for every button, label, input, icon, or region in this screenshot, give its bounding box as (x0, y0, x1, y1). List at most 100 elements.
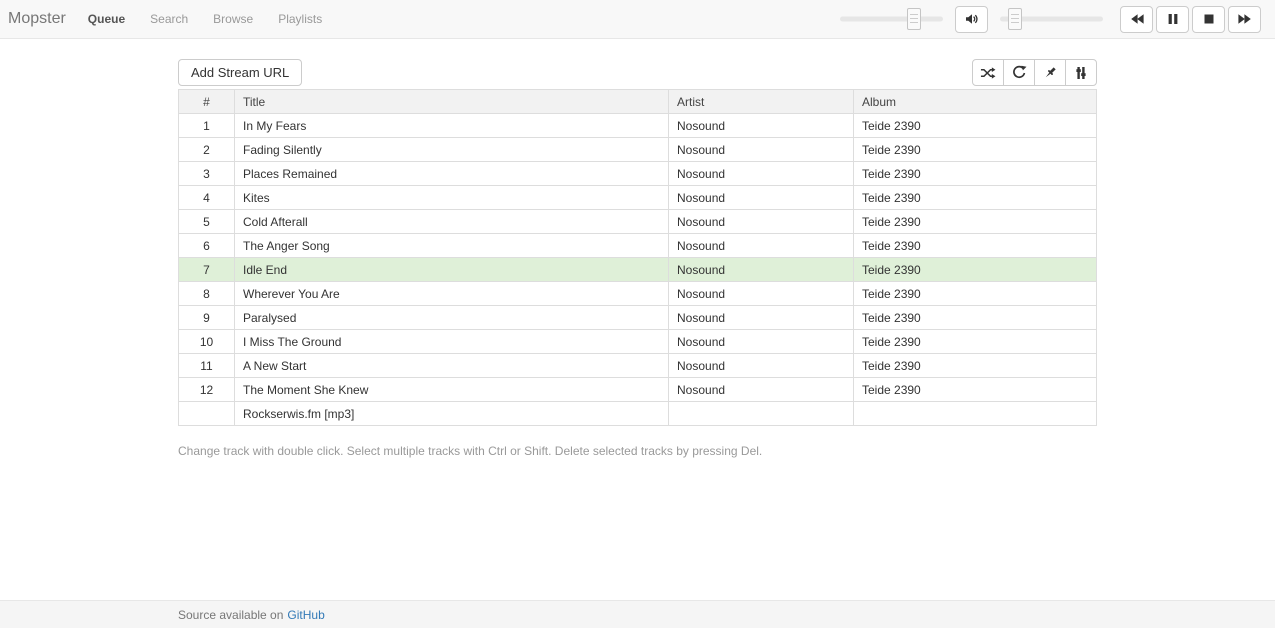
main-content: Add Stream URL (178, 59, 1097, 458)
track-artist: Nosound (669, 210, 854, 234)
seek-slider-handle[interactable] (907, 8, 921, 30)
track-artist: Nosound (669, 138, 854, 162)
table-row[interactable]: 6 The Anger Song Nosound Teide 2390 (179, 234, 1097, 258)
track-title: Places Remained (235, 162, 669, 186)
column-header-number: # (179, 90, 235, 114)
shuffle-icon (980, 65, 996, 81)
playback-buttons (1117, 6, 1261, 33)
equalizer-icon (1073, 65, 1089, 81)
nav-items: Queue Search Browse Playlists (88, 12, 347, 26)
nav-item-browse[interactable]: Browse (213, 12, 253, 26)
pause-icon (1165, 11, 1181, 27)
track-number: 1 (179, 114, 235, 138)
track-title: The Anger Song (235, 234, 669, 258)
help-text: Change track with double click. Select m… (178, 444, 1097, 458)
table-row[interactable]: 1 In My Fears Nosound Teide 2390 (179, 114, 1097, 138)
track-artist: Nosound (669, 306, 854, 330)
track-number: 6 (179, 234, 235, 258)
track-artist: Nosound (669, 162, 854, 186)
pause-button[interactable] (1156, 6, 1189, 33)
table-row[interactable]: 8 Wherever You Are Nosound Teide 2390 (179, 282, 1097, 306)
table-row[interactable]: 5 Cold Afterall Nosound Teide 2390 (179, 210, 1097, 234)
seek-slider[interactable] (840, 7, 943, 31)
track-artist: Nosound (669, 354, 854, 378)
track-title: Kites (235, 186, 669, 210)
stream-artist (669, 402, 854, 426)
queue-table-header: # Title Artist Album (179, 90, 1097, 114)
track-title: Cold Afterall (235, 210, 669, 234)
table-row[interactable]: 11 A New Start Nosound Teide 2390 (179, 354, 1097, 378)
track-artist: Nosound (669, 330, 854, 354)
table-row[interactable]: 2 Fading Silently Nosound Teide 2390 (179, 138, 1097, 162)
footer-text: Source available on GitHub (178, 608, 1097, 622)
stream-number (179, 402, 235, 426)
column-header-album: Album (854, 90, 1097, 114)
track-number: 3 (179, 162, 235, 186)
track-number: 4 (179, 186, 235, 210)
track-album: Teide 2390 (854, 378, 1097, 402)
table-row[interactable]: 12 The Moment She Knew Nosound Teide 239… (179, 378, 1097, 402)
volume-slider-handle[interactable] (1008, 8, 1022, 30)
mute-button[interactable] (955, 6, 988, 33)
stream-row[interactable]: Rockserwis.fm [mp3] (179, 402, 1097, 426)
footer: Source available on GitHub (0, 600, 1275, 628)
shuffle-button[interactable] (972, 59, 1004, 86)
column-header-title: Title (235, 90, 669, 114)
track-artist: Nosound (669, 234, 854, 258)
footer-label: Source available on (178, 608, 283, 622)
previous-button[interactable] (1120, 6, 1153, 33)
track-album: Teide 2390 (854, 210, 1097, 234)
track-album: Teide 2390 (854, 330, 1097, 354)
track-title: A New Start (235, 354, 669, 378)
nav-item-queue[interactable]: Queue (88, 12, 125, 26)
next-button[interactable] (1228, 6, 1261, 33)
track-title: In My Fears (235, 114, 669, 138)
previous-icon (1129, 11, 1145, 27)
stream-table-body: Rockserwis.fm [mp3] (179, 402, 1097, 426)
nav-item-playlists[interactable]: Playlists (278, 12, 322, 26)
track-album: Teide 2390 (854, 162, 1097, 186)
track-album: Teide 2390 (854, 354, 1097, 378)
stop-button[interactable] (1192, 6, 1225, 33)
pin-icon (1042, 65, 1058, 81)
brand[interactable]: Mopster (8, 10, 66, 28)
github-link[interactable]: GitHub (287, 608, 324, 622)
table-row[interactable]: 4 Kites Nosound Teide 2390 (179, 186, 1097, 210)
track-title: The Moment She Knew (235, 378, 669, 402)
queue-table: # Title Artist Album 1 In My Fears Nosou… (178, 89, 1097, 426)
track-title: Paralysed (235, 306, 669, 330)
track-artist: Nosound (669, 258, 854, 282)
table-row[interactable]: 3 Places Remained Nosound Teide 2390 (179, 162, 1097, 186)
table-row[interactable]: 7 Idle End Nosound Teide 2390 (179, 258, 1097, 282)
seek-slider-track[interactable] (840, 17, 943, 22)
track-title: Idle End (235, 258, 669, 282)
track-number: 9 (179, 306, 235, 330)
equalizer-button[interactable] (1065, 59, 1097, 86)
volume-slider[interactable] (1000, 7, 1103, 31)
pin-button[interactable] (1034, 59, 1066, 86)
track-number: 11 (179, 354, 235, 378)
volume-icon (964, 11, 980, 27)
repeat-icon (1011, 65, 1027, 81)
track-album: Teide 2390 (854, 234, 1097, 258)
repeat-button[interactable] (1003, 59, 1035, 86)
track-number: 5 (179, 210, 235, 234)
next-icon (1237, 11, 1253, 27)
column-header-artist: Artist (669, 90, 854, 114)
player-controls (840, 6, 1267, 33)
track-artist: Nosound (669, 186, 854, 210)
table-row[interactable]: 9 Paralysed Nosound Teide 2390 (179, 306, 1097, 330)
track-title: I Miss The Ground (235, 330, 669, 354)
track-title: Fading Silently (235, 138, 669, 162)
navbar: Mopster Queue Search Browse Playlists (0, 0, 1275, 39)
track-album: Teide 2390 (854, 138, 1097, 162)
track-number: 12 (179, 378, 235, 402)
table-row[interactable]: 10 I Miss The Ground Nosound Teide 2390 (179, 330, 1097, 354)
track-album: Teide 2390 (854, 114, 1097, 138)
nav-item-search[interactable]: Search (150, 12, 188, 26)
track-artist: Nosound (669, 282, 854, 306)
stream-album (854, 402, 1097, 426)
track-number: 7 (179, 258, 235, 282)
add-stream-url-button[interactable]: Add Stream URL (178, 59, 302, 86)
header-row: # Title Artist Album (179, 90, 1097, 114)
